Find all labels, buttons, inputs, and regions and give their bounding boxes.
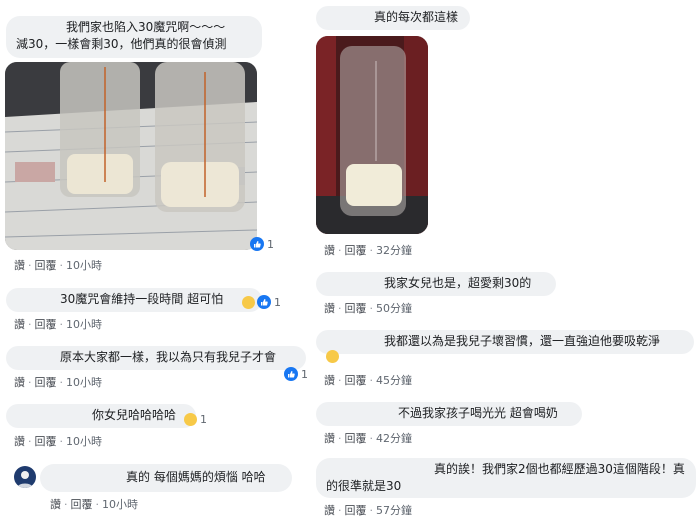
comment-actions: 讚 · 回覆 · 50分鐘 [324, 302, 412, 315]
timestamp: 57分鐘 [376, 504, 412, 517]
reaction-count[interactable]: 1 [242, 295, 281, 309]
comment-actions: 讚 · 回覆 · 10小時 [14, 376, 102, 389]
like-link[interactable]: 讚 [50, 498, 61, 511]
bottles-image [5, 62, 257, 250]
timestamp: 10小時 [66, 318, 102, 331]
comment-bubble: 我都還以為是我兒子壞習慣，還一直強迫他要吸乾淨 [316, 330, 694, 354]
comment-text: 真的每次都這樣 [374, 10, 459, 24]
reaction-count[interactable]: 1 [250, 237, 274, 251]
like-link[interactable]: 讚 [14, 318, 25, 331]
reaction-count[interactable]: 1 [184, 413, 207, 426]
comment-actions: 讚 · 回覆 · 32分鐘 [324, 244, 412, 257]
reaction-number: 1 [274, 295, 281, 309]
like-link[interactable]: 讚 [324, 504, 335, 517]
laughing-emoji-icon [326, 350, 339, 363]
comment-text: 我都還以為是我兒子壞習慣，還一直強迫他要吸乾淨 [384, 334, 661, 348]
like-icon [284, 367, 298, 381]
comment-text: 你女兒哈哈哈哈 [92, 408, 177, 422]
comment-actions: 讚 · 回覆 · 42分鐘 [324, 432, 412, 445]
reply-link[interactable]: 回覆 [35, 376, 57, 389]
bottle-image [316, 36, 428, 234]
reply-link[interactable]: 回覆 [35, 318, 57, 331]
like-link[interactable]: 讚 [14, 376, 25, 389]
reply-link[interactable]: 回覆 [345, 244, 367, 257]
comment-bubble: 真的 每個媽媽的煩惱 哈哈 [40, 464, 292, 492]
reply-link[interactable]: 回覆 [35, 435, 57, 448]
comment-photo-two-bottles[interactable] [5, 62, 257, 250]
comment-text: 真的 每個媽媽的煩惱 哈哈 [126, 470, 266, 484]
reply-link[interactable]: 回覆 [345, 504, 367, 517]
comment-bubble: 我家女兒也是，超愛剩30的 [316, 272, 556, 296]
reaction-number: 1 [267, 237, 274, 251]
comment-text: 原本大家都一樣，我以為只有我兒子才會 [60, 350, 277, 364]
comment-text: 我家女兒也是，超愛剩30的 [384, 276, 532, 290]
comment-bubble: 30魔咒會維持一段時間 超可怕 [6, 288, 262, 312]
comment-actions: 讚 · 回覆 · 57分鐘 [324, 504, 412, 517]
comment-bubble: 真的每次都這樣 [316, 6, 470, 30]
timestamp: 10小時 [66, 376, 102, 389]
timestamp: 50分鐘 [376, 302, 412, 315]
comment-photo-bottle[interactable] [316, 36, 428, 234]
comment-actions: 讚 · 回覆 · 10小時 [14, 318, 102, 331]
comment-actions: 讚 · 回覆 · 45分鐘 [324, 374, 412, 387]
timestamp: 32分鐘 [376, 244, 412, 257]
like-link[interactable]: 讚 [324, 302, 335, 315]
like-link[interactable]: 讚 [324, 244, 335, 257]
timestamp: 10小時 [66, 435, 102, 448]
reaction-number: 1 [301, 367, 308, 381]
scared-emoji-icon [242, 295, 255, 309]
reaction-count[interactable] [326, 350, 339, 363]
reply-link[interactable]: 回覆 [35, 259, 57, 272]
comment-bubble: 原本大家都一樣，我以為只有我兒子才會 [6, 346, 306, 370]
comment-text: 30魔咒會維持一段時間 超可怕 [60, 292, 224, 306]
comment-bubble: 我們家也陷入30魔咒啊～～～ 減30，一樣會剩30，他們真的很會偵測 [6, 16, 262, 58]
reply-link[interactable]: 回覆 [71, 498, 93, 511]
like-link[interactable]: 讚 [324, 432, 335, 445]
commenter-avatar[interactable] [14, 466, 36, 488]
comment-text: 不過我家孩子喝光光 超會喝奶 [398, 406, 558, 420]
comment-text: 我們家也陷入30魔咒啊～～～ [66, 20, 226, 34]
timestamp: 45分鐘 [376, 374, 412, 387]
comment-text: 的很準就是30 [326, 479, 402, 493]
comment-bubble: 你女兒哈哈哈哈 [6, 404, 196, 428]
reply-link[interactable]: 回覆 [345, 302, 367, 315]
timestamp: 42分鐘 [376, 432, 412, 445]
reaction-number: 1 [200, 413, 207, 426]
comment-actions: 讚 · 回覆 · 10小時 [14, 259, 102, 272]
reply-link[interactable]: 回覆 [345, 374, 367, 387]
like-icon [250, 237, 264, 251]
reply-link[interactable]: 回覆 [345, 432, 367, 445]
like-link[interactable]: 讚 [324, 374, 335, 387]
timestamp: 10小時 [66, 259, 102, 272]
like-icon [257, 295, 271, 309]
comment-actions: 讚 · 回覆 · 10小時 [14, 435, 102, 448]
comment-bubble: 不過我家孩子喝光光 超會喝奶 [316, 402, 582, 426]
comment-bubble: 真的誒！我們家2個也都經歷過30這個階段！真 的很準就是30 [316, 458, 696, 498]
like-link[interactable]: 讚 [14, 259, 25, 272]
comment-text: 減30，一樣會剩30，他們真的很會偵測 [16, 37, 227, 51]
reaction-count[interactable]: 1 [284, 367, 308, 381]
comment-actions: 讚 · 回覆 · 10小時 [50, 498, 138, 511]
like-link[interactable]: 讚 [14, 435, 25, 448]
comment-text: 真的誒！我們家2個也都經歷過30這個階段！真 [434, 462, 685, 476]
laughing-emoji-icon [184, 413, 197, 426]
timestamp: 10小時 [102, 498, 138, 511]
